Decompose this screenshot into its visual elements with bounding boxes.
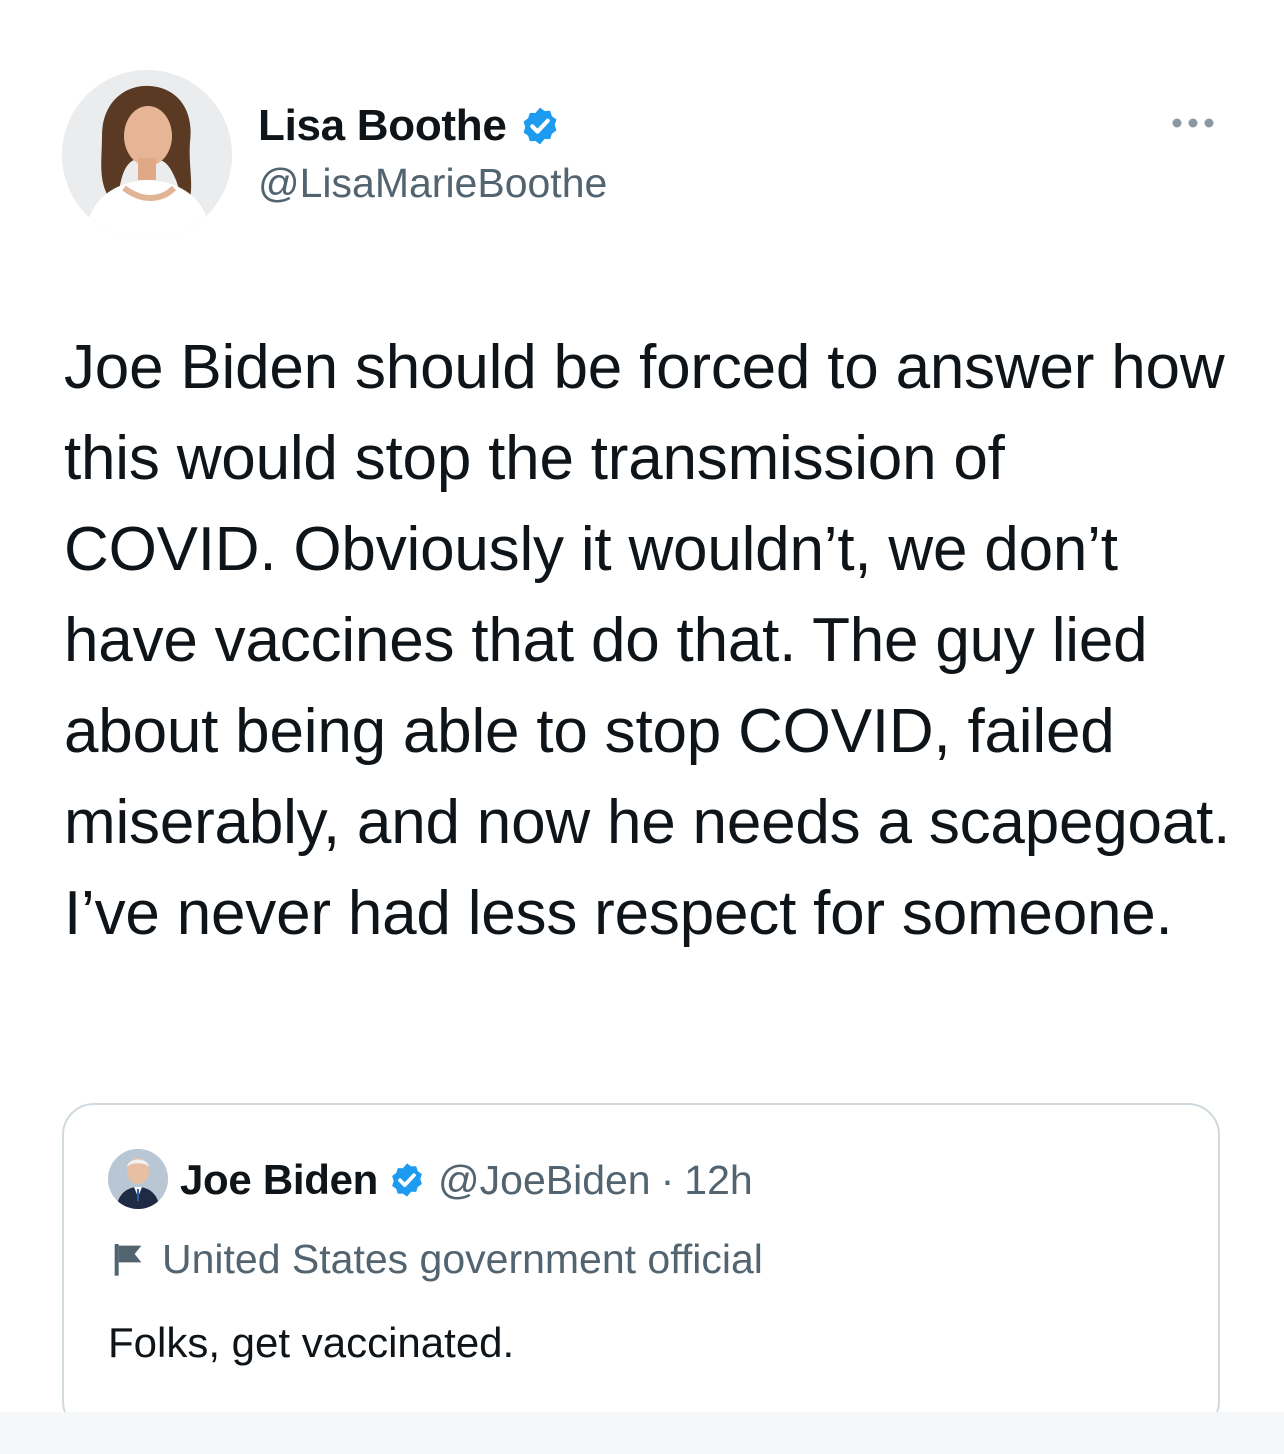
author-handle[interactable]: @LisaMarieBoothe xyxy=(258,160,607,207)
more-options-button[interactable] xyxy=(1168,108,1218,138)
verified-badge-icon xyxy=(392,1163,422,1197)
tweet: Lisa Boothe @LisaMarieBoothe Joe Biden s… xyxy=(0,0,1284,1454)
quoted-author-display-name[interactable]: Joe Biden xyxy=(180,1156,378,1204)
government-label-row: United States government official xyxy=(108,1231,763,1287)
quoted-author-avatar-image xyxy=(108,1149,168,1209)
bottom-strip xyxy=(0,1412,1284,1454)
author-avatar[interactable] xyxy=(62,70,232,240)
author-avatar-image xyxy=(62,70,232,240)
government-official-label: United States government official xyxy=(162,1235,763,1282)
quoted-tweet-timestamp[interactable]: 12h xyxy=(684,1157,752,1204)
more-dots-icon xyxy=(1172,118,1214,128)
quoted-author-handle[interactable]: @JoeBiden xyxy=(438,1157,651,1204)
quoted-tweet-card[interactable]: Joe Biden @JoeBiden · 12h United States … xyxy=(62,1103,1220,1433)
separator-dot: · xyxy=(660,1156,675,1203)
author-display-name[interactable]: Lisa Boothe xyxy=(258,101,507,151)
quoted-author-row: Joe Biden @JoeBiden · 12h xyxy=(180,1151,753,1209)
flag-icon xyxy=(114,1244,142,1276)
quoted-tweet-text: Folks, get vaccinated. xyxy=(108,1319,515,1366)
verified-badge-icon xyxy=(523,107,556,145)
quoted-author-avatar[interactable] xyxy=(108,1149,168,1209)
tweet-text: Joe Biden should be forced to answer how… xyxy=(64,333,1231,948)
author-name-row: Lisa Boothe xyxy=(258,98,561,154)
